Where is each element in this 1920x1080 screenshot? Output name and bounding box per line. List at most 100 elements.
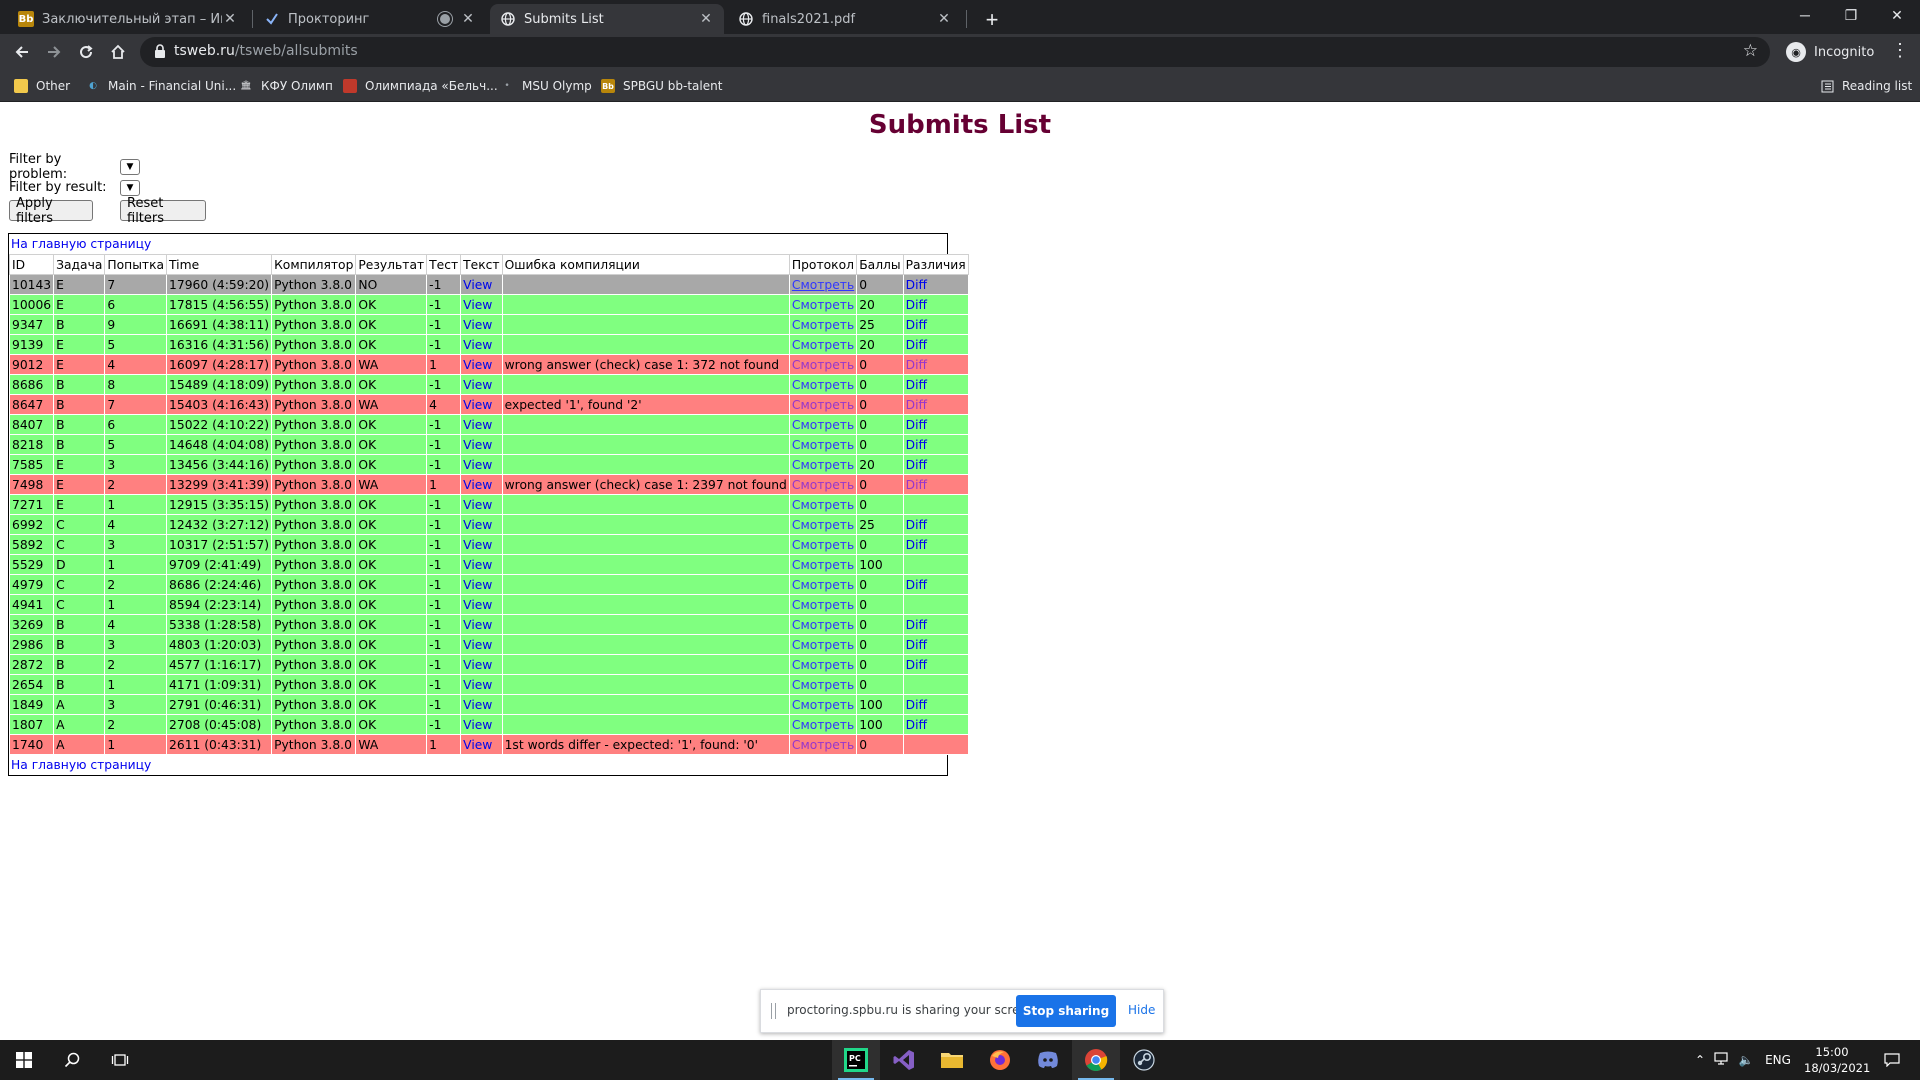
view-source-link[interactable]: View [463, 358, 492, 372]
incognito-profile-button[interactable]: ◉ Incognito [1786, 40, 1874, 64]
view-source-link[interactable]: View [463, 738, 492, 752]
stop-sharing-button[interactable]: Stop sharing [1016, 995, 1116, 1027]
view-source-link[interactable]: View [463, 458, 492, 472]
diff-link[interactable]: Diff [906, 578, 927, 592]
view-source-link[interactable]: View [463, 278, 492, 292]
tab-olympiad[interactable]: Bb Заключительный этап – Инфор ✕ [8, 4, 248, 34]
diff-link[interactable]: Diff [906, 378, 927, 392]
view-source-link[interactable]: View [463, 398, 492, 412]
protocol-link[interactable]: Смотреть [792, 318, 854, 332]
view-source-link[interactable]: View [463, 438, 492, 452]
forward-button[interactable] [40, 38, 68, 66]
diff-link[interactable]: Diff [906, 318, 927, 332]
view-source-link[interactable]: View [463, 698, 492, 712]
diff-link[interactable]: Diff [906, 538, 927, 552]
tab-submits-list[interactable]: Submits List ✕ [490, 4, 724, 34]
diff-link[interactable]: Diff [906, 698, 927, 712]
tab-proctoring[interactable]: Прокторинг ✕ [254, 4, 486, 34]
bookmark-star-icon[interactable]: ☆ [1743, 41, 1758, 61]
tab-finals-pdf[interactable]: finals2021.pdf ✕ [728, 4, 962, 34]
view-source-link[interactable]: View [463, 338, 492, 352]
view-source-link[interactable]: View [463, 558, 492, 572]
protocol-link[interactable]: Смотреть [792, 298, 854, 312]
protocol-link[interactable]: Смотреть [792, 498, 854, 512]
taskbar-pycharm[interactable]: PC [832, 1040, 880, 1080]
language-indicator[interactable]: ENG [1758, 1053, 1798, 1067]
diff-link[interactable]: Diff [906, 458, 927, 472]
diff-link[interactable]: Diff [906, 478, 927, 492]
browser-menu-icon[interactable]: ⋮ [1890, 40, 1910, 61]
new-tab-button[interactable]: + [978, 6, 1006, 34]
bookmark-kfu[interactable]: 🏛 КФУ Олимп [239, 76, 333, 96]
protocol-link[interactable]: Смотреть [792, 458, 854, 472]
protocol-link[interactable]: Смотреть [792, 418, 854, 432]
task-view-button[interactable] [96, 1040, 144, 1080]
filter-result-select[interactable]: ▼ [120, 179, 140, 196]
notifications-button[interactable] [1874, 1040, 1910, 1080]
diff-link[interactable]: Diff [906, 418, 927, 432]
taskbar-steam[interactable] [1120, 1040, 1168, 1080]
address-bar[interactable]: tsweb.ru/tsweb/allsubmits ☆ [140, 37, 1770, 67]
protocol-link[interactable]: Смотреть [792, 398, 854, 412]
protocol-link[interactable]: Смотреть [792, 598, 854, 612]
view-source-link[interactable]: View [463, 638, 492, 652]
diff-link[interactable]: Diff [906, 298, 927, 312]
bookmark-financial-uni[interactable]: ◐ Main - Financial Uni... [86, 76, 236, 96]
view-source-link[interactable]: View [463, 378, 492, 392]
protocol-link[interactable]: Смотреть [792, 278, 854, 292]
protocol-link[interactable]: Смотреть [792, 738, 854, 752]
chevron-up-icon[interactable]: ⌃ [1690, 1053, 1710, 1067]
diff-link[interactable]: Diff [906, 718, 927, 732]
view-source-link[interactable]: View [463, 498, 492, 512]
protocol-link[interactable]: Смотреть [792, 338, 854, 352]
protocol-link[interactable]: Смотреть [792, 438, 854, 452]
home-button[interactable] [104, 38, 132, 66]
protocol-link[interactable]: Смотреть [792, 558, 854, 572]
taskbar-chrome[interactable] [1072, 1040, 1120, 1080]
back-button[interactable] [8, 38, 36, 66]
view-source-link[interactable]: View [463, 718, 492, 732]
view-source-link[interactable]: View [463, 518, 492, 532]
home-link-top[interactable]: На главную страницу [9, 234, 947, 254]
view-source-link[interactable]: View [463, 318, 492, 332]
view-source-link[interactable]: View [463, 478, 492, 492]
start-button[interactable] [0, 1040, 48, 1080]
reload-button[interactable] [72, 38, 100, 66]
bookmark-spbgu[interactable]: Bb SPBGU bb-talent [601, 76, 722, 96]
drag-handle-icon[interactable] [771, 1003, 776, 1019]
reading-list-button[interactable]: Reading list [1820, 76, 1912, 96]
protocol-link[interactable]: Смотреть [792, 378, 854, 392]
restore-button[interactable]: ❐ [1828, 0, 1874, 30]
protocol-link[interactable]: Смотреть [792, 358, 854, 372]
protocol-link[interactable]: Смотреть [792, 658, 854, 672]
protocol-link[interactable]: Смотреть [792, 518, 854, 532]
protocol-link[interactable]: Смотреть [792, 578, 854, 592]
diff-link[interactable]: Diff [906, 638, 927, 652]
view-source-link[interactable]: View [463, 538, 492, 552]
protocol-link[interactable]: Смотреть [792, 478, 854, 492]
taskbar-file-explorer[interactable] [928, 1040, 976, 1080]
close-tab-icon[interactable]: ✕ [698, 11, 714, 27]
diff-link[interactable]: Diff [906, 658, 927, 672]
bookmark-belchenko[interactable]: Олимпиада «Бельч... [343, 76, 498, 96]
view-source-link[interactable]: View [463, 678, 492, 692]
hide-sharing-bar-link[interactable]: Hide [1128, 1003, 1155, 1017]
diff-link[interactable]: Diff [906, 518, 927, 532]
apply-filters-button[interactable]: Apply filters [9, 196, 93, 226]
minimize-button[interactable]: ─ [1782, 0, 1828, 30]
search-button[interactable] [48, 1040, 96, 1080]
view-source-link[interactable]: View [463, 298, 492, 312]
view-source-link[interactable]: View [463, 578, 492, 592]
view-source-link[interactable]: View [463, 598, 492, 612]
diff-link[interactable]: Diff [906, 398, 927, 412]
diff-link[interactable]: Diff [906, 358, 927, 372]
protocol-link[interactable]: Смотреть [792, 638, 854, 652]
close-window-button[interactable]: ✕ [1874, 0, 1920, 30]
protocol-link[interactable]: Смотреть [792, 718, 854, 732]
protocol-link[interactable]: Смотреть [792, 618, 854, 632]
speaker-icon[interactable]: 🔈 [1734, 1053, 1758, 1067]
diff-link[interactable]: Diff [906, 278, 927, 292]
system-clock[interactable]: 15:00 18/03/2021 [1804, 1044, 1870, 1076]
taskbar-firefox[interactable] [976, 1040, 1024, 1080]
reset-filters-button[interactable]: Reset filters [120, 196, 206, 226]
